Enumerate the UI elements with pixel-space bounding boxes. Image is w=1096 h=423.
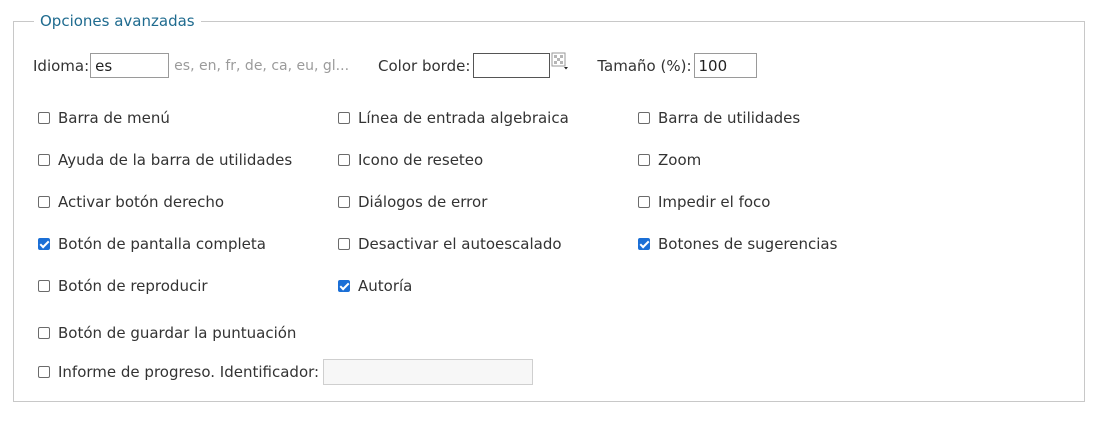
option-reset-icon[interactable]: Icono de reseteo [338, 149, 483, 171]
option-label: Botones de sugerencias [658, 235, 838, 253]
option-toolbar-help[interactable]: Ayuda de la barra de utilidades [38, 149, 292, 171]
border-color-swatch[interactable] [473, 53, 551, 78]
option-label: Barra de utilidades [658, 109, 801, 127]
checkbox[interactable] [638, 238, 650, 250]
checkbox[interactable] [338, 154, 350, 166]
option-right-click[interactable]: Activar botón derecho [38, 191, 224, 213]
progress-identifier-input[interactable] [323, 359, 534, 385]
option-label: Botón de reproducir [58, 277, 208, 295]
checkbox[interactable] [338, 238, 350, 250]
option-play-button[interactable]: Botón de reproducir [38, 275, 208, 297]
color-picker-icon[interactable] [551, 52, 569, 74]
language-hint: es, en, fr, de, ca, eu, gl... [174, 57, 350, 74]
option-label: Ayuda de la barra de utilidades [58, 151, 293, 169]
option-label: Autoría [358, 277, 413, 295]
checkbox[interactable] [338, 280, 350, 292]
border-color-label: Color borde: [378, 56, 471, 75]
option-label: Zoom [658, 151, 702, 169]
option-hint-buttons[interactable]: Botones de sugerencias [638, 233, 837, 255]
option-label: Icono de reseteo [358, 151, 484, 169]
option-label: Barra de menú [58, 109, 170, 127]
option-disable-autoscale[interactable]: Desactivar el autoescalado [338, 233, 562, 255]
advanced-options-legend: Opciones avanzadas [34, 10, 201, 32]
option-label: Informe de progreso. Identificador: [58, 363, 320, 381]
language-input[interactable] [90, 53, 170, 78]
checkbox[interactable] [638, 112, 650, 124]
option-menu-bar[interactable]: Barra de menú [38, 107, 170, 129]
option-authorship[interactable]: Autoría [338, 275, 412, 297]
option-prevent-focus[interactable]: Impedir el foco [638, 191, 770, 213]
option-label: Activar botón derecho [58, 193, 225, 211]
checkbox[interactable] [38, 154, 50, 166]
option-save-score-button[interactable]: Botón de guardar la puntuación [38, 322, 296, 344]
checkbox[interactable] [38, 238, 50, 250]
checkbox[interactable] [38, 366, 50, 378]
size-input[interactable] [693, 53, 757, 78]
size-label: Tamaño (%): [597, 56, 692, 75]
option-label: Botón de guardar la puntuación [58, 324, 297, 342]
option-error-dialogs[interactable]: Diálogos de error [338, 191, 487, 213]
option-label: Impedir el foco [658, 193, 771, 211]
option-toolbar[interactable]: Barra de utilidades [638, 107, 800, 129]
option-fullscreen-button[interactable]: Botón de pantalla completa [38, 233, 266, 255]
checkbox[interactable] [338, 196, 350, 208]
checkbox[interactable] [38, 327, 50, 339]
option-label: Diálogos de error [358, 193, 488, 211]
option-label: Línea de entrada algebraica [358, 109, 569, 127]
checkbox[interactable] [638, 154, 650, 166]
checkbox[interactable] [38, 196, 50, 208]
top-options-row: Idioma: es, en, fr, de, ca, eu, gl... Co… [33, 52, 757, 79]
language-label: Idioma: [33, 56, 90, 75]
option-zoom[interactable]: Zoom [638, 149, 701, 171]
checkbox[interactable] [38, 112, 50, 124]
option-algebra-input[interactable]: Línea de entrada algebraica [338, 107, 569, 129]
checkbox[interactable] [338, 112, 350, 124]
option-progress-report[interactable]: Informe de progreso. Identificador: [38, 359, 534, 385]
checkbox[interactable] [638, 196, 650, 208]
option-label: Botón de pantalla completa [58, 235, 266, 253]
checkbox[interactable] [38, 280, 50, 292]
option-label: Desactivar el autoescalado [358, 235, 562, 253]
